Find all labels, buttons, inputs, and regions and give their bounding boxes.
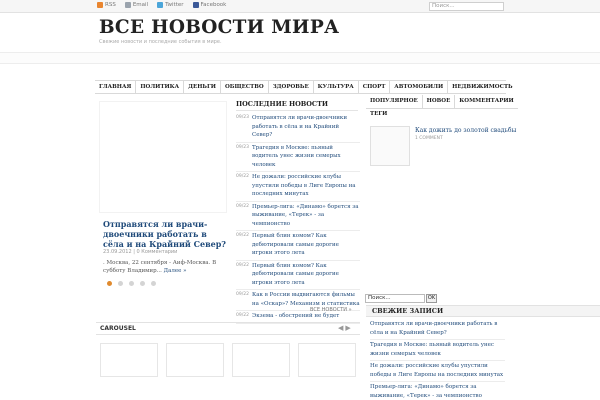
recent-posts-heading: СВЕЖИЕ ЗАПИСИ (366, 305, 600, 317)
news-link[interactable]: Как в России выдвигаются фильмы на «Оска… (252, 291, 360, 308)
list-item: 09/22 Первый блин комом? Как дебютировали… (236, 231, 360, 261)
nav-item-money[interactable]: ДЕНЬГИ (184, 81, 221, 93)
featured-meta: 23.09.2012 | 0 Комментарии (103, 249, 178, 255)
slider-dot[interactable] (118, 281, 123, 286)
top-bar: RSS Email Twitter Facebook Поиск... (0, 0, 600, 13)
slider-dot[interactable] (140, 281, 145, 286)
nav-item-health[interactable]: ЗДОРОВЬЕ (269, 81, 314, 93)
twitter-link[interactable]: Twitter (157, 2, 184, 8)
featured-title[interactable]: Отправятся ли врачи-двоечники работать в… (103, 219, 228, 249)
sidebar-tabs: ПОПУЛЯРНОЕ НОВОЕ КОММЕНТАРИИ (366, 95, 518, 109)
email-link[interactable]: Email (124, 2, 148, 8)
latest-news-heading: ПОСЛЕДНИЕ НОВОСТИ (236, 100, 358, 111)
carousel-item[interactable] (298, 343, 356, 377)
popular-comment-count: 1 COMMENT (415, 136, 443, 141)
news-link[interactable]: Не дожали: российские клубы упустили поб… (252, 173, 360, 199)
slider-dot[interactable] (129, 281, 134, 286)
slider-dots (107, 281, 156, 286)
nav-item-realty[interactable]: НЕДВИЖИМОСТЬ (448, 81, 516, 93)
popular-thumbnail[interactable] (370, 126, 410, 166)
recent-post-link[interactable]: Не дожали: российские клубы упустили поб… (370, 361, 505, 382)
slider-dot[interactable] (107, 281, 112, 286)
nav-item-auto[interactable]: АВТОМОБИЛИ (390, 81, 449, 93)
carousel-arrows: ◀▶ (338, 324, 353, 332)
site-title[interactable]: ВСЕ НОВОСТИ МИРА (99, 17, 339, 38)
popular-post-link[interactable]: Как дожить до золотой свадьбы (415, 127, 516, 134)
list-item: 09/22 Первый блин комом? Как дебютировали… (236, 261, 360, 290)
tab-popular[interactable]: ПОПУЛЯРНОЕ (366, 95, 423, 108)
list-item: 09/23 Отправятся ли врачи-двоечники работ… (236, 113, 360, 143)
recent-post-link[interactable]: Премьер-лига: «Динамо» борется за выжива… (370, 382, 505, 400)
tab-tags[interactable]: ТЕГИ (370, 111, 387, 117)
top-links: RSS Email Twitter Facebook (97, 2, 226, 8)
carousel-title: CAROUSEL (100, 325, 136, 332)
tab-comments[interactable]: КОММЕНТАРИИ (455, 95, 517, 108)
search-ok-button[interactable]: OK (426, 294, 437, 303)
news-link[interactable]: Первый блин комом? Как дебютировали самы… (252, 262, 360, 288)
rss-link[interactable]: RSS (97, 2, 116, 8)
carousel-item[interactable] (166, 343, 224, 377)
nav-item-politics[interactable]: ПОЛИТИКА (136, 81, 185, 93)
email-icon (124, 2, 131, 8)
nav-item-society[interactable]: ОБЩЕСТВО (221, 81, 269, 93)
recent-posts-list: Отправятся ли врачи-двоечники работать в… (370, 319, 505, 400)
news-link[interactable]: Первый блин комом? Как дебютировали самы… (252, 232, 360, 258)
site-description: Свежие новости и последние события в мир… (99, 39, 222, 45)
twitter-icon (157, 2, 164, 8)
carousel-next-icon[interactable]: ▶ (345, 324, 352, 332)
all-news-link[interactable]: ВСЕ НОВОСТИ » (310, 307, 352, 313)
featured-comments[interactable]: 0 Комментарии (137, 249, 178, 255)
nav-item-sport[interactable]: СПОРТ (359, 81, 391, 93)
list-item: 09/22 Не дожали: российские клубы упустил… (236, 172, 360, 202)
nav-item-home[interactable]: ГЛАВНАЯ (95, 81, 137, 93)
rss-icon (97, 2, 103, 8)
facebook-link[interactable]: Facebook (192, 2, 226, 8)
featured-excerpt: . Москва, 22 сентября - Аиф-Москва. В су… (103, 260, 217, 274)
recent-post-link[interactable]: Отправятся ли врачи-двоечники работать в… (370, 319, 505, 340)
list-item: 09/22 Премьер-лига: «Динамо» борется за в… (236, 202, 360, 231)
tab-new[interactable]: НОВОЕ (423, 95, 456, 108)
header-band (0, 52, 600, 64)
read-more-link[interactable]: Далее » (164, 268, 187, 274)
main-nav: ГЛАВНАЯ ПОЛИТИКА ДЕНЬГИ ОБЩЕСТВО ЗДОРОВЬ… (95, 80, 513, 94)
facebook-icon (192, 2, 199, 8)
nav-item-culture[interactable]: КУЛЬТУРА (314, 81, 359, 93)
carousel-item[interactable] (100, 343, 158, 377)
news-link[interactable]: Экзема - обострений не будет (252, 312, 339, 321)
news-link[interactable]: Отправятся ли врачи-двоечники работать в… (252, 114, 360, 140)
slider-dot[interactable] (151, 281, 156, 286)
list-item: 09/23 Трагедия в Москве: пьяный водитель … (236, 143, 360, 172)
featured-date: 23.09.2012 (103, 249, 132, 255)
news-link[interactable]: Премьер-лига: «Динамо» борется за выжива… (252, 203, 360, 229)
top-search-input[interactable]: Поиск... (429, 2, 504, 11)
carousel-item[interactable] (232, 343, 290, 377)
featured-image[interactable] (99, 101, 227, 213)
latest-news-list: 09/23 Отправятся ли врачи-двоечники работ… (236, 113, 360, 324)
recent-post-link[interactable]: Трагедия в Москве: пьяный водитель унес … (370, 340, 505, 361)
sidebar-search-input[interactable]: Поиск... (365, 294, 425, 303)
news-link[interactable]: Трагедия в Москве: пьяный водитель унес … (252, 144, 360, 170)
